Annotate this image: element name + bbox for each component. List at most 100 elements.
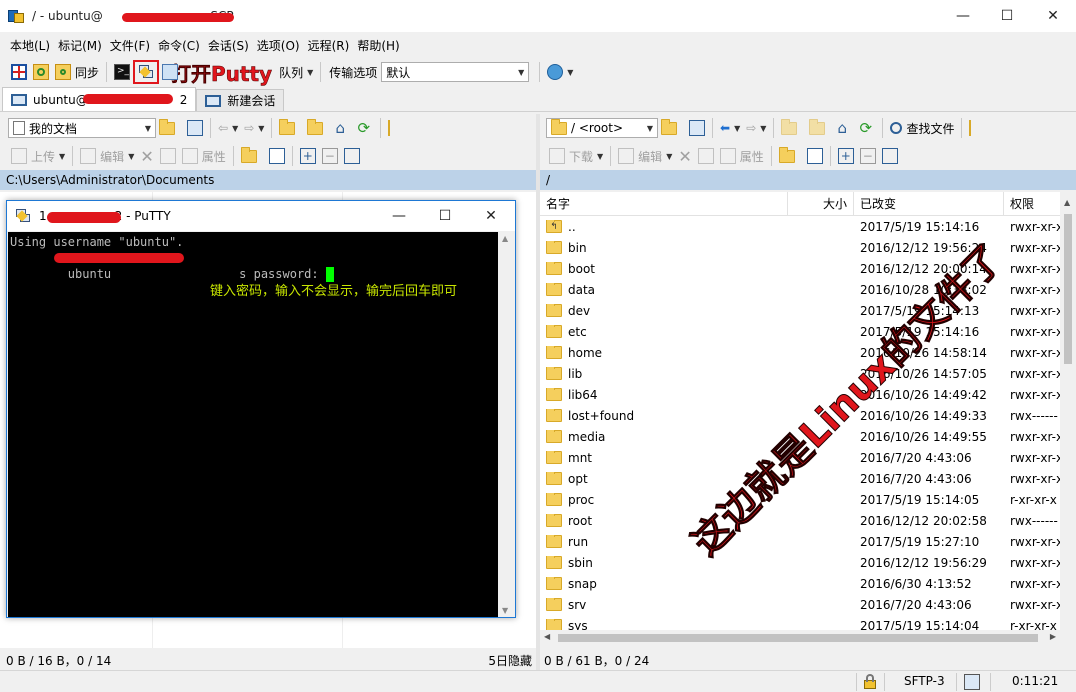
right-rename-button[interactable] (695, 145, 717, 167)
right-unselect-button[interactable]: − (857, 145, 879, 167)
left-forward-button[interactable]: ⇨ ▼ (241, 117, 267, 139)
putty-scrollbar[interactable]: ▲ ▼ (498, 232, 514, 617)
tab-new-session[interactable]: 新建会话 (196, 89, 285, 111)
right-root-dir-button[interactable] (806, 117, 834, 139)
file-name: lib (568, 366, 583, 381)
right-filter-button[interactable] (686, 117, 708, 139)
putty-close-button[interactable]: ✕ (469, 201, 513, 231)
right-back-button[interactable]: ⬅ ▼ (717, 117, 743, 139)
left-back-button[interactable]: ⇦ ▼ (215, 117, 241, 139)
queue-button[interactable]: 队列 ▼ (276, 61, 316, 83)
right-open-folder-button[interactable] (658, 117, 686, 139)
left-unselect-button[interactable]: − (319, 145, 341, 167)
scroll-right-icon[interactable]: ▶ (1050, 632, 1056, 641)
preferences-button[interactable] (159, 61, 181, 83)
left-rename-button[interactable] (157, 145, 179, 167)
column-name-header[interactable]: 名字 (540, 192, 788, 215)
left-refresh-button[interactable]: ⟳ (354, 117, 376, 139)
left-edit-button[interactable]: 编辑 ▼ (77, 145, 137, 167)
left-new-file-button[interactable] (266, 145, 288, 167)
minimize-button[interactable]: — (940, 0, 986, 32)
scrollbar-thumb[interactable] (1064, 214, 1072, 364)
right-vertical-scrollbar[interactable]: ▲ (1060, 192, 1076, 630)
putty-window[interactable]: 12 - PuTTY — ☐ ✕ Using username "ubuntu"… (6, 200, 516, 618)
menu-files[interactable]: 文件(F) (106, 37, 154, 54)
left-root-dir-button[interactable] (304, 117, 332, 139)
close-button[interactable]: ✕ (1030, 0, 1076, 32)
left-filter-button[interactable] (184, 117, 206, 139)
menu-session[interactable]: 会话(S) (204, 37, 253, 54)
file-row[interactable]: snap 2016/6/30 4:13:52 rwxr-xr-x (540, 573, 1060, 594)
scroll-up-icon[interactable]: ▲ (502, 234, 508, 243)
left-properties-button[interactable]: 属性 (179, 145, 229, 167)
scroll-left-icon[interactable]: ◀ (544, 632, 550, 641)
column-changed-header[interactable]: 已改变 (854, 192, 1004, 215)
right-forward-button[interactable]: ⇨ ▼ (743, 117, 769, 139)
left-select-all-button[interactable]: + (297, 145, 319, 167)
file-row[interactable]: proc 2017/5/19 15:14:05 r-xr-xr-x (540, 489, 1060, 510)
left-location-select[interactable]: 我的文档 ▼ (8, 118, 156, 138)
right-new-folder-button[interactable] (776, 145, 804, 167)
left-open-folder-button[interactable] (156, 117, 184, 139)
right-tree-button[interactable] (966, 117, 988, 139)
scroll-down-icon[interactable]: ▼ (502, 606, 508, 615)
putty-terminal[interactable]: Using username "ubuntu". ubuntu s passwor… (8, 232, 498, 617)
right-horizontal-scrollbar[interactable]: ◀ ▶ (540, 630, 1076, 646)
putty-minimize-button[interactable]: — (377, 201, 421, 231)
synchronize-browse-button[interactable] (30, 61, 52, 83)
file-row[interactable]: run 2017/5/19 15:27:10 rwxr-xr-x (540, 531, 1060, 552)
right-new-file-button[interactable] (804, 145, 826, 167)
menu-commands[interactable]: 命令(C) (154, 37, 204, 54)
find-files-button[interactable]: 查找文件 (887, 117, 957, 139)
right-delete-button[interactable]: ✕ (675, 145, 694, 167)
file-row[interactable]: sbin 2016/12/12 19:56:29 rwxr-xr-x (540, 552, 1060, 573)
terminal-icon: >_ (114, 64, 131, 80)
open-putty-button[interactable] (133, 60, 160, 84)
toolbar-separator (271, 118, 273, 138)
network-settings-button[interactable]: ▼ (544, 61, 576, 83)
file-row[interactable]: etc 2017/5/19 15:14:16 rwxr-xr-x (540, 321, 1060, 342)
chevron-down-icon: ▼ (666, 151, 673, 161)
menu-help[interactable]: 帮助(H) (353, 37, 403, 54)
right-edit-button[interactable]: 编辑 ▼ (615, 145, 675, 167)
left-home-button[interactable]: ⌂ (332, 117, 354, 139)
download-button[interactable]: 下载 ▼ (546, 145, 606, 167)
column-permissions-header[interactable]: 权限 (1004, 192, 1060, 215)
menu-mark[interactable]: 标记(M) (54, 37, 106, 54)
upload-button[interactable]: 上传 ▼ (8, 145, 68, 167)
panel-splitter[interactable] (536, 114, 540, 670)
menu-remote[interactable]: 远程(R) (304, 37, 354, 54)
left-location-value: 我的文档 (29, 121, 78, 136)
file-row[interactable]: lib 2016/10/26 14:57:05 rwxr-xr-x (540, 363, 1060, 384)
scrollbar-thumb[interactable] (558, 634, 1038, 642)
right-refresh-button[interactable]: ⟳ (856, 117, 878, 139)
right-parent-dir-button[interactable] (778, 117, 806, 139)
left-parent-dir-button[interactable] (276, 117, 304, 139)
left-new-folder-button[interactable] (238, 145, 266, 167)
file-row[interactable]: home 2016/10/26 14:58:14 rwxr-xr-x (540, 342, 1060, 363)
putty-maximize-button[interactable]: ☐ (423, 201, 467, 231)
scroll-up-icon[interactable]: ▲ (1064, 198, 1070, 207)
compare-directories-button[interactable] (8, 61, 30, 83)
root-folder-icon (307, 118, 324, 135)
right-select-all-button[interactable]: + (835, 145, 857, 167)
maximize-button[interactable]: ☐ (984, 0, 1030, 32)
menu-options[interactable]: 选项(O) (253, 37, 304, 54)
file-row[interactable]: dev 2017/5/19 15:14:13 rwxr-xr-x (540, 300, 1060, 321)
left-filter-select-button[interactable] (341, 145, 363, 167)
file-row[interactable]: root 2016/12/12 20:02:58 rwx------ (540, 510, 1060, 531)
column-size-header[interactable]: 大小 (788, 192, 854, 215)
right-home-button[interactable]: ⌂ (834, 117, 856, 139)
right-location-select[interactable]: / <root> ▼ (546, 118, 658, 138)
file-row[interactable]: sys 2017/5/19 15:14:04 r-xr-xr-x (540, 615, 1060, 630)
transfer-settings-select[interactable]: 默认 ▼ (381, 62, 530, 82)
open-terminal-button[interactable]: >_ (111, 61, 133, 83)
left-tree-button[interactable] (385, 117, 407, 139)
left-delete-button[interactable]: ✕ (137, 145, 156, 167)
menu-local[interactable]: 本地(L) (6, 37, 54, 54)
right-filter-select-button[interactable] (879, 145, 901, 167)
file-row[interactable]: srv 2016/7/20 4:43:06 rwxr-xr-x (540, 594, 1060, 615)
tab-ubuntu-session[interactable]: ubuntu@ 2 (2, 87, 197, 111)
synchronize-button[interactable]: 同步 (52, 61, 102, 83)
right-properties-button[interactable]: 属性 (717, 145, 767, 167)
